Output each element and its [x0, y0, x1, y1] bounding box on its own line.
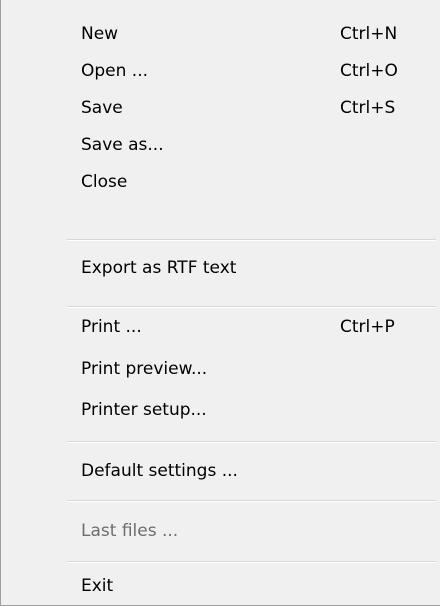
menu-separator: [67, 561, 436, 563]
menu-item-shortcut: Ctrl+P: [340, 317, 395, 337]
menu-item-label: Last files ...: [81, 521, 179, 541]
menu-item-open[interactable]: Open ... Ctrl+O: [1, 53, 439, 89]
menu-item-label: Print ...: [81, 317, 142, 337]
menu-item-shortcut: Ctrl+O: [340, 61, 398, 81]
menu-separator: [67, 441, 436, 443]
file-menu: New Ctrl+N Open ... Ctrl+O Save Ctrl+S S…: [0, 0, 440, 606]
menu-item-label: Save: [81, 98, 123, 118]
menu-item-label: Exit: [81, 576, 114, 596]
menu-item-default-settings[interactable]: Default settings ...: [1, 453, 439, 489]
menu-item-shortcut: Ctrl+S: [340, 98, 396, 118]
menu-item-label: Export as RTF text: [81, 258, 237, 278]
menu-item-new[interactable]: New Ctrl+N: [1, 16, 439, 52]
menu-item-exit[interactable]: Exit: [1, 568, 439, 604]
menu-item-printer-setup[interactable]: Printer setup...: [1, 392, 439, 428]
menu-item-print-preview[interactable]: Print preview...: [1, 351, 439, 387]
menu-item-label: Close: [81, 172, 128, 192]
menu-item-shortcut: Ctrl+N: [340, 24, 398, 44]
menu-item-label: Default settings ...: [81, 461, 238, 481]
menu-separator: [67, 306, 436, 308]
menu-item-label: Open ...: [81, 61, 149, 81]
menu-item-export-rtf[interactable]: Export as RTF text: [1, 250, 439, 286]
menu-item-save-as[interactable]: Save as...: [1, 127, 439, 163]
menu-item-close[interactable]: Close: [1, 164, 439, 200]
menu-item-label: Printer setup...: [81, 400, 207, 420]
menu-separator: [67, 239, 436, 241]
menu-item-print[interactable]: Print ... Ctrl+P: [1, 309, 439, 345]
menu-item-label: New: [81, 24, 119, 44]
menu-item-label: Print preview...: [81, 359, 208, 379]
menu-item-save[interactable]: Save Ctrl+S: [1, 90, 439, 126]
menu-separator: [67, 500, 436, 502]
menu-item-label: Save as...: [81, 135, 164, 155]
menu-item-last-files: Last files ...: [1, 513, 439, 549]
